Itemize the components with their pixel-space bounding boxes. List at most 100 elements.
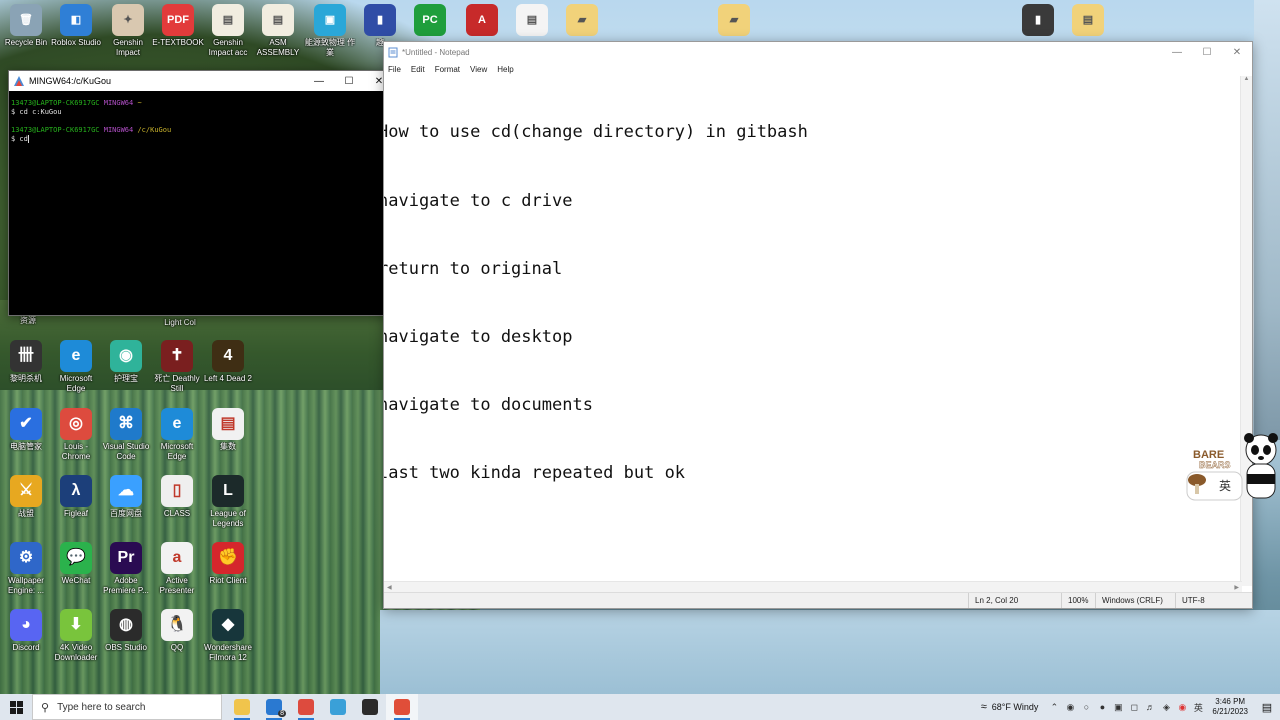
- app-icon: ▮: [1022, 4, 1054, 36]
- menu-help[interactable]: Help: [497, 65, 513, 74]
- desktop-shortcut[interactable]: ⚙ Wallpaper Engine: ...: [0, 542, 52, 596]
- desktop-shortcut[interactable]: 卌黎明杀机: [0, 340, 52, 384]
- desktop-shortcut[interactable]: ▤: [506, 4, 558, 38]
- language-icon[interactable]: 英: [1190, 701, 1206, 714]
- desktop-shortcut[interactable]: ▤: [1062, 4, 1114, 38]
- notepad-titlebar[interactable]: *Untitled - Notepad — ☐ ✕: [384, 42, 1252, 62]
- chevron-up-icon[interactable]: ⌃: [1046, 702, 1062, 713]
- minimize-icon[interactable]: —: [304, 71, 334, 91]
- app-icon: ✦: [112, 4, 144, 36]
- notepad-text-area[interactable]: How to use cd(change directory) in gitba…: [384, 76, 1242, 626]
- notepad-statusbar: Ln 2, Col 20 100% Windows (CRLF) UTF-8: [384, 592, 1252, 608]
- microphone-icon[interactable]: ●: [1094, 702, 1110, 712]
- tray-app-icon[interactable]: ○: [1078, 702, 1094, 712]
- text-line: navigate to desktop: [384, 326, 573, 347]
- taskbar-file-explorer-icon[interactable]: [226, 694, 258, 720]
- desktop-shortcut[interactable]: ▰: [556, 4, 608, 38]
- desktop-shortcut[interactable]: ✔ 电脑管家: [0, 408, 52, 452]
- taskbar-chrome-icon[interactable]: [290, 694, 322, 720]
- unread-badge: 8: [278, 710, 286, 717]
- partial-desktop-label-center: Light Col: [164, 318, 196, 327]
- desktop-shortcut[interactable]: ✊ Riot Client: [202, 542, 254, 586]
- menu-format[interactable]: Format: [435, 65, 460, 74]
- desktop-shortcut-label: Wallpaper Engine: ...: [7, 576, 45, 595]
- desktop-shortcut[interactable]: ◍ OBS Studio: [100, 609, 152, 653]
- horizontal-scrollbar[interactable]: ◀ ▶: [384, 581, 1242, 592]
- desktop-shortcut[interactable]: ☁ 百度网盘: [100, 475, 152, 519]
- desktop-shortcut[interactable]: 🗑 Recycle Bin: [0, 4, 52, 48]
- terminal-titlebar[interactable]: MINGW64:/c/KuGou — ☐ ✕: [9, 71, 394, 91]
- desktop-shortcut[interactable]: ▤ ASM ASSEMBLY: [252, 4, 304, 58]
- desktop-shortcut[interactable]: ⚔ 战盟: [0, 475, 52, 519]
- app-icon: ▰: [718, 4, 750, 36]
- desktop-shortcut[interactable]: λ Figleaf: [50, 475, 102, 519]
- desktop-shortcut[interactable]: ◎ Louis - Chrome: [50, 408, 102, 462]
- desktop-shortcut[interactable]: 💬 WeChat: [50, 542, 102, 586]
- desktop-shortcut[interactable]: ▯ CLASS: [151, 475, 203, 519]
- svg-text:英: 英: [1219, 479, 1231, 493]
- desktop-shortcut-label: 护理宝: [114, 374, 138, 383]
- taskbar-search-box[interactable]: ⚲ Type here to search: [32, 694, 222, 720]
- taskbar-obs-icon[interactable]: [354, 694, 386, 720]
- taskbar-app-icon[interactable]: [322, 694, 354, 720]
- desktop-shortcut-label: E-TEXTBOOK: [152, 38, 204, 47]
- antivirus-icon[interactable]: ◉: [1174, 702, 1190, 713]
- menu-view[interactable]: View: [470, 65, 487, 74]
- maximize-icon[interactable]: ☐: [334, 71, 364, 91]
- desktop-shortcut[interactable]: ◕ Discord: [0, 609, 52, 653]
- taskbar-mail-icon[interactable]: 8: [258, 694, 290, 720]
- taskbar-git-icon[interactable]: [386, 694, 418, 720]
- wind-icon: ≈: [980, 701, 987, 713]
- scroll-up-icon[interactable]: ▲: [1241, 76, 1252, 82]
- desktop-shortcut[interactable]: ◆ Wondershare Filmora 12: [202, 609, 254, 663]
- desktop-shortcut[interactable]: ✦ Genshin Impact: [102, 4, 154, 58]
- weather-widget[interactable]: ≈ 68°F Windy: [981, 701, 1039, 713]
- desktop-shortcut[interactable]: ▣ 能源致物理 作業: [304, 4, 356, 58]
- desktop-shortcut-label: 电脑管家: [10, 442, 42, 451]
- volume-icon[interactable]: ♬: [1142, 702, 1158, 712]
- desktop-shortcut[interactable]: PDF E-TEXTBOOK: [152, 4, 204, 48]
- tray-app-icon[interactable]: ◉: [1062, 702, 1078, 713]
- screen-icon[interactable]: ▣: [1110, 702, 1126, 713]
- app-icon: ⬇: [60, 609, 92, 641]
- minimize-icon[interactable]: —: [1162, 42, 1192, 62]
- vertical-scrollbar[interactable]: ▲: [1240, 76, 1252, 586]
- terminal-current-input[interactable]: $ cd: [11, 135, 392, 144]
- taskbar-clock[interactable]: 3:46 PM 6/21/2023: [1212, 697, 1248, 717]
- wifi-icon[interactable]: ◈: [1158, 702, 1174, 713]
- desktop-shortcut[interactable]: ▰: [708, 4, 760, 38]
- desktop-shortcut[interactable]: ✝ 死亡 Deathly Still: [151, 340, 203, 394]
- desktop-shortcut[interactable]: 4 Left 4 Dead 2: [202, 340, 254, 384]
- start-button[interactable]: [0, 694, 32, 720]
- desktop-shortcut[interactable]: 🐧 QQ: [151, 609, 203, 653]
- menu-file[interactable]: File: [388, 65, 401, 74]
- desktop-shortcut[interactable]: ▮: [1012, 4, 1064, 38]
- desktop-shortcut-label: 能源致物理 作業: [304, 38, 356, 57]
- desktop-shortcut[interactable]: e Microsoft Edge: [50, 340, 102, 394]
- partial-desktop-label-left: 资源: [20, 316, 36, 325]
- desktop-shortcut[interactable]: Pr Adobe Premiere P...: [100, 542, 152, 596]
- desktop-shortcut[interactable]: ▤ 集数: [202, 408, 254, 452]
- scroll-left-icon[interactable]: ◀: [387, 584, 392, 591]
- menu-edit[interactable]: Edit: [411, 65, 425, 74]
- line-ending: Windows (CRLF): [1095, 593, 1175, 608]
- desktop-shortcut[interactable]: a Active Presenter: [151, 542, 203, 596]
- desktop-shortcut[interactable]: e Microsoft Edge: [151, 408, 203, 462]
- desktop-shortcut[interactable]: ◧ Roblox Studio: [50, 4, 102, 48]
- desktop-shortcut[interactable]: ⬇ 4K Video Downloader: [50, 609, 102, 663]
- scroll-right-icon[interactable]: ▶: [1234, 584, 1239, 591]
- git-bash-window[interactable]: MINGW64:/c/KuGou — ☐ ✕ 13473@LAPTOP-CK69…: [8, 70, 395, 316]
- camera-icon[interactable]: ◻: [1126, 702, 1142, 713]
- desktop-shortcut[interactable]: ◉ 护理宝: [100, 340, 152, 384]
- desktop-shortcut[interactable]: L League of Legends: [202, 475, 254, 529]
- terminal-output[interactable]: 13473@LAPTOP-CK6917GC MINGW64 ~ $ cd c:K…: [9, 91, 394, 316]
- notepad-window[interactable]: *Untitled - Notepad — ☐ ✕ File Edit Form…: [383, 41, 1253, 609]
- maximize-icon[interactable]: ☐: [1192, 42, 1222, 62]
- desktop-shortcut[interactable]: A: [456, 4, 508, 38]
- desktop-shortcut[interactable]: ▤ Genshin Impact acc: [202, 4, 254, 58]
- close-icon[interactable]: ✕: [1222, 42, 1252, 62]
- app-icon: ⚔: [10, 475, 42, 507]
- notification-icon[interactable]: ▤: [1254, 694, 1280, 720]
- desktop-shortcut[interactable]: PC: [404, 4, 456, 38]
- desktop-shortcut[interactable]: ⌘ Visual Studio Code: [100, 408, 152, 462]
